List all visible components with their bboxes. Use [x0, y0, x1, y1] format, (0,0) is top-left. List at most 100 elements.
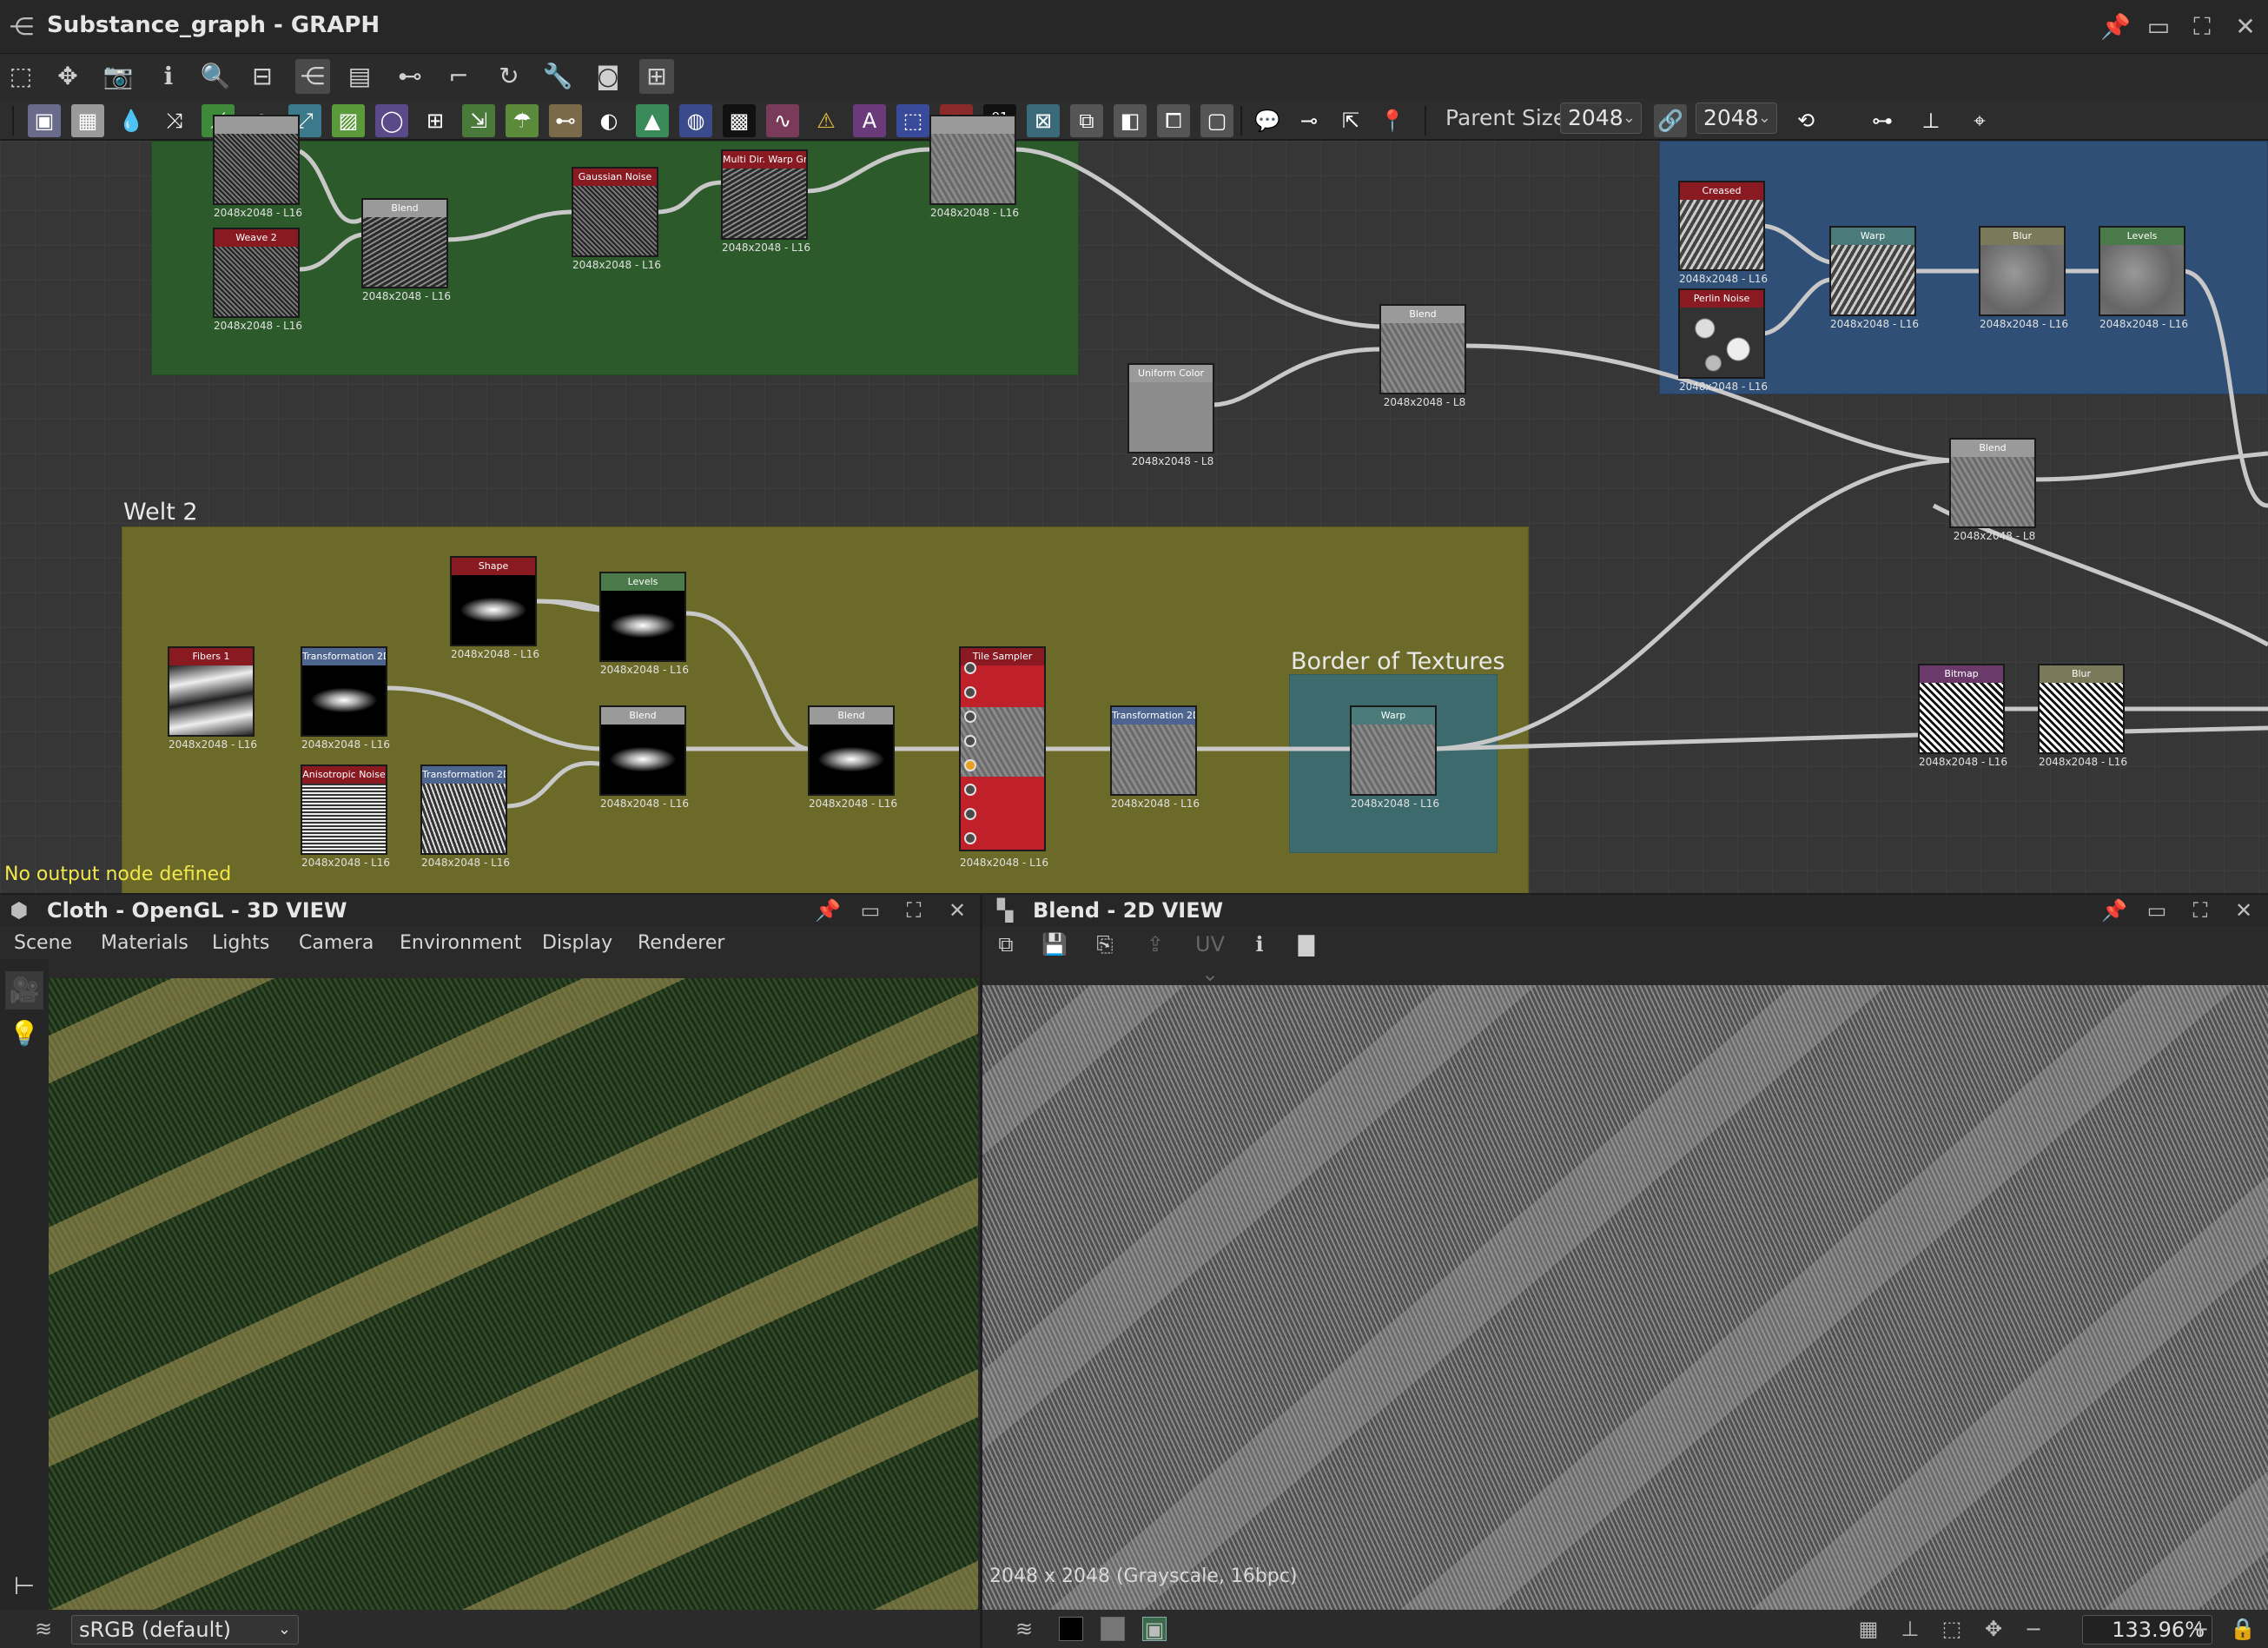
parent-size-select[interactable]: 2048 ⌄	[1560, 103, 1642, 134]
menu-display[interactable]: Display	[542, 932, 612, 954]
gray-bg-icon[interactable]	[1101, 1617, 1125, 1641]
port[interactable]	[964, 686, 976, 698]
uniform-icon[interactable]: ◯	[375, 104, 408, 137]
viewport-3d[interactable]	[49, 978, 978, 1623]
noise-icon[interactable]: ▩	[723, 104, 756, 137]
node-bitmap[interactable]: Bitmap 2048x2048 - L16	[1918, 664, 2007, 768]
lock-icon[interactable]: 🔒	[2230, 1617, 2256, 1641]
menu-environment[interactable]: Environment	[400, 932, 521, 954]
menu-materials[interactable]: Materials	[101, 932, 188, 954]
info-icon[interactable]: ℹ	[151, 59, 186, 94]
node-levels2[interactable]: Levels 2048x2048 - L16	[599, 572, 689, 676]
node-blend4[interactable]: Blend 2048x2048 - L16	[599, 705, 689, 810]
view-mode-icon[interactable]: ⧉	[991, 930, 1021, 959]
uv-dropdown[interactable]: UV ⌄	[1184, 930, 1236, 986]
move-icon[interactable]: ✥	[50, 59, 85, 94]
node-gaussian-noise[interactable]: Gaussian Noise 2048x2048 - L16	[572, 167, 661, 271]
node-transformation1[interactable]: Transformation 2D 2048x2048 - L16	[301, 646, 390, 751]
contrast-icon[interactable]: ◐	[592, 104, 625, 137]
node-levels1[interactable]: Levels 2048x2048 - L16	[2099, 226, 2188, 330]
node-multi-dir-warp[interactable]: Multi Dir. Warp Gra... 2048x2048 - L16	[721, 149, 810, 254]
pin-icon[interactable]: 📌	[2101, 898, 2127, 923]
node-uniform-color[interactable]: Uniform Color 2048x2048 - L8	[1127, 363, 1214, 467]
grid-icon[interactable]: ▦	[1856, 1617, 1881, 1641]
pin-tool-icon[interactable]: 📍	[1376, 104, 1409, 137]
port[interactable]	[964, 759, 976, 771]
tree-icon[interactable]: ⊢	[5, 1567, 43, 1605]
curve-function-icon[interactable]: ∿	[766, 104, 799, 137]
svg-node-icon[interactable]: ▦	[71, 104, 104, 137]
node-shape[interactable]: Shape 2048x2048 - L16	[450, 556, 539, 660]
node-transformation3[interactable]: Transformation 2D 2048x2048 - L16	[1110, 705, 1200, 810]
selection-icon[interactable]: ⬚	[896, 104, 929, 137]
camera-tool-icon[interactable]: 🎥	[5, 971, 43, 1009]
gradient-icon[interactable]: ▨	[332, 104, 365, 137]
node-tile-sampler[interactable]: Tile Sampler 2048x2048 - L16	[959, 646, 1048, 869]
restore-icon[interactable]: ▭	[2144, 12, 2173, 42]
align-horizontal-icon[interactable]: ⊶	[1866, 104, 1899, 137]
node-blur1[interactable]: Blur 2048x2048 - L16	[1979, 226, 2068, 330]
port[interactable]	[964, 711, 976, 723]
frame-icon[interactable]: ▢	[1200, 104, 1233, 137]
node-anisotropic-noise[interactable]: Anisotropic Noise 2048x2048 - L16	[301, 764, 390, 869]
tile-icon[interactable]: ⊥	[1898, 1617, 1922, 1641]
layers-icon[interactable]: ≋	[31, 1617, 56, 1641]
pin-node-icon[interactable]: ⊸	[1293, 104, 1326, 137]
node-blend5[interactable]: Blend 2048x2048 - L16	[808, 705, 897, 810]
graph-canvas[interactable]: Welt 2 Border of Textures 2048x2048 - L1…	[0, 115, 2268, 893]
color-drop-icon[interactable]: 💧	[115, 104, 148, 137]
distribute-icon[interactable]: ⌖	[1963, 104, 1996, 137]
port[interactable]	[964, 808, 976, 820]
shuffle-icon[interactable]: ⤨	[158, 104, 191, 137]
black-bg-icon[interactable]	[1059, 1617, 1083, 1641]
fx-map-icon[interactable]: ⊠	[1027, 104, 1060, 137]
zoom-in-icon[interactable]: +	[2188, 1617, 2212, 1641]
colorspace-select[interactable]: sRGB (default) ⌄	[71, 1615, 299, 1645]
wrench-icon[interactable]: 🔧	[540, 59, 575, 94]
menu-camera[interactable]: Camera	[299, 932, 374, 954]
menu-renderer[interactable]: Renderer	[638, 932, 724, 954]
link-icon[interactable]: ⊷	[393, 59, 427, 94]
node-n6[interactable]: 2048x2048 - L16	[929, 115, 1019, 219]
frame-all-icon[interactable]: ⬚	[3, 59, 38, 94]
close-icon[interactable]: ✕	[2232, 898, 2256, 923]
node-transformation2[interactable]: Transformation 2D 2048x2048 - L16	[420, 764, 510, 869]
levels-icon[interactable]: ⊷	[549, 104, 582, 137]
link-size-icon[interactable]: 🔗	[1654, 104, 1687, 137]
warning-icon[interactable]: ⚠	[810, 104, 843, 137]
histogram-icon[interactable]: ▲	[636, 104, 669, 137]
input-icon[interactable]: ⧉	[1070, 104, 1103, 137]
maximize-icon[interactable]: ⛶	[902, 898, 926, 923]
zoom-out-icon[interactable]: −	[2021, 1617, 2046, 1641]
node-creased[interactable]: Creased 2048x2048 - L16	[1678, 181, 1768, 285]
connector-icon[interactable]: ⌐	[441, 59, 476, 94]
size-select[interactable]: 2048 ⌄	[1696, 103, 1777, 134]
node-warp2[interactable]: Warp 2048x2048 - L16	[1350, 705, 1439, 810]
maximize-icon[interactable]: ⛶	[2188, 898, 2212, 923]
reset-size-icon[interactable]: ⟲	[1789, 104, 1822, 137]
center-icon[interactable]: ✥	[1981, 1617, 2006, 1641]
port[interactable]	[964, 662, 976, 674]
align-vertical-icon[interactable]: ⊥	[1914, 104, 1947, 137]
refresh-icon[interactable]: ↻	[492, 59, 526, 94]
export-icon[interactable]: ⇱	[1334, 104, 1367, 137]
color-bg-icon[interactable]: ▣	[1142, 1617, 1167, 1642]
graph-layout-icon[interactable]: ⋲	[295, 59, 330, 94]
layers-icon[interactable]: ≋	[1012, 1617, 1036, 1641]
port[interactable]	[964, 784, 976, 796]
export-icon[interactable]: ⇪	[1141, 930, 1170, 959]
graph-instance-icon[interactable]: ⧠	[1157, 104, 1190, 137]
node-warp1[interactable]: Warp 2048x2048 - L16	[1829, 226, 1919, 330]
save-icon[interactable]: 💾	[1040, 930, 1069, 959]
node-blend2[interactable]: Blend 2048x2048 - L8	[1379, 304, 1466, 408]
restore-icon[interactable]: ▭	[2145, 898, 2169, 923]
hue-wheel-icon[interactable]: ◍	[679, 104, 712, 137]
node-perlin-noise[interactable]: Perlin Noise 2048x2048 - L16	[1678, 288, 1768, 393]
histogram-icon[interactable]: ▇	[1292, 930, 1321, 959]
camera-icon[interactable]: 📷	[101, 59, 136, 94]
snap-grid-icon[interactable]: ⊞	[639, 59, 674, 94]
menu-scene[interactable]: Scene	[14, 932, 72, 954]
pin-icon[interactable]: 📌	[815, 898, 841, 923]
watering-can-icon[interactable]: ☂	[506, 104, 539, 137]
pin-icon[interactable]: 📌	[2100, 12, 2131, 42]
